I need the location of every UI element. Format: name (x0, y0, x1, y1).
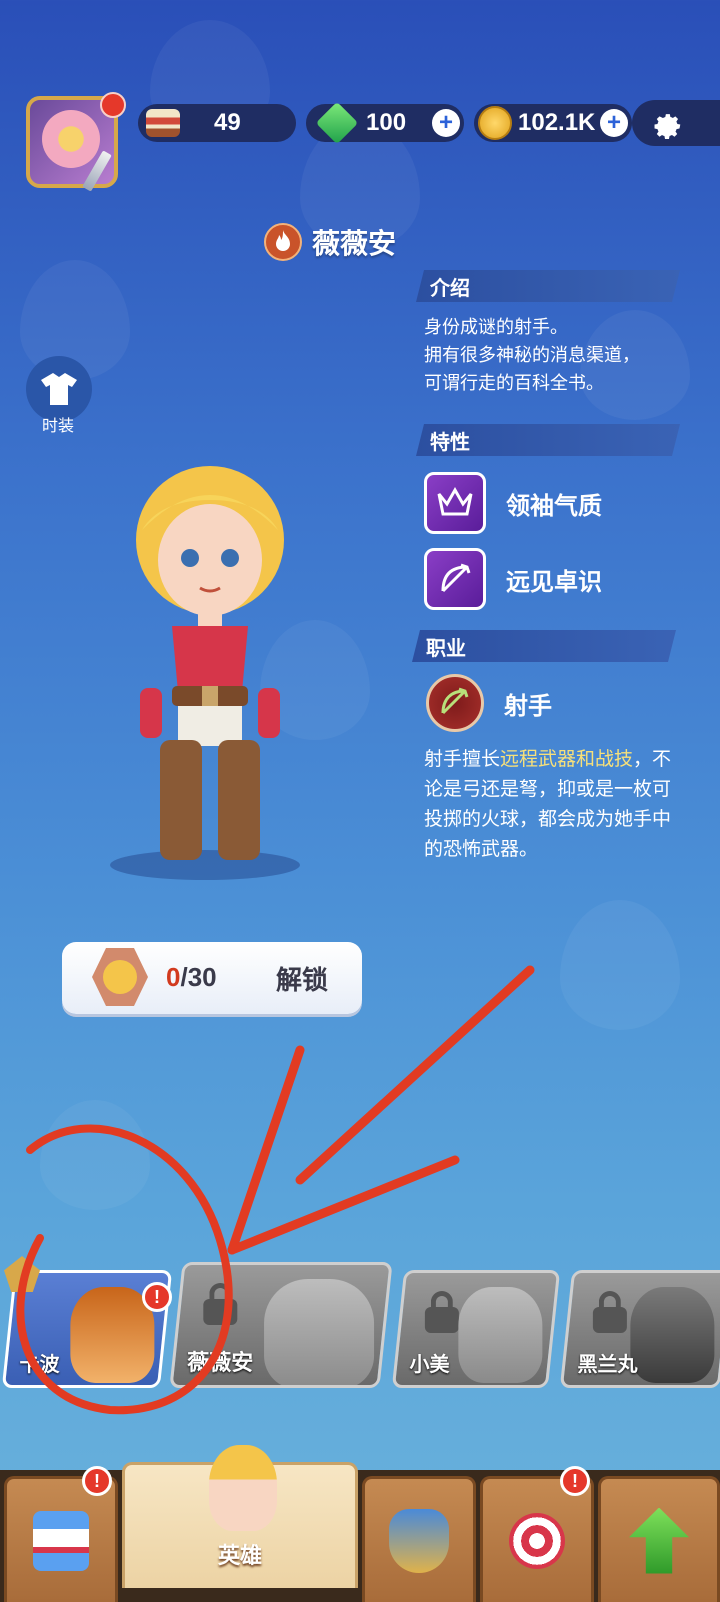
coin-count: 102.1K (518, 109, 596, 136)
gem-count: 100 (366, 109, 407, 136)
shard-progress: 0/30 (166, 962, 217, 992)
shop-icon (33, 1510, 89, 1571)
bow-icon (424, 548, 486, 610)
hero-card-name: 黑兰丸 (577, 1352, 638, 1376)
hero-icon (209, 1445, 277, 1531)
cake-count: 49 (214, 109, 241, 136)
alert-badge: ! (142, 1282, 172, 1312)
hero-portrait (458, 1287, 543, 1383)
add-gems-button[interactable]: + (432, 109, 460, 137)
hero-class[interactable]: 射手 (426, 674, 552, 732)
hero-character-model (136, 466, 284, 860)
coin-counter: 102.1K + (474, 104, 632, 142)
hero-card-xiaomei[interactable]: 小美 (391, 1270, 561, 1388)
gem-icon (314, 100, 360, 146)
gem-counter: 100 + (306, 101, 464, 145)
hero-name-header: 薇薇安 (264, 222, 396, 262)
unlock-panel[interactable]: 0/30 解锁 (62, 942, 362, 1014)
intro-section-title: 介绍 (416, 270, 680, 302)
archery-target-icon (509, 1512, 565, 1569)
hero-portrait (630, 1287, 715, 1383)
gear-icon (654, 114, 681, 140)
battle-icon (389, 1508, 449, 1573)
coin-icon (472, 100, 518, 146)
trait-leadership[interactable]: 领袖气质 (424, 472, 602, 534)
hero-card-name: 卡波 (19, 1352, 60, 1376)
cake-icon (140, 100, 186, 146)
flower-icon (42, 110, 100, 168)
background-flame (560, 900, 680, 1030)
traits-section-title: 特性 (416, 424, 680, 456)
unlock-button[interactable]: 解锁 (276, 960, 328, 997)
nav-tab-label: 英雄 (217, 1544, 262, 1569)
hero-card-name: 小美 (409, 1352, 450, 1376)
trait-foresight[interactable]: 远见卓识 (424, 548, 602, 610)
hero-card-name: 薇薇安 (187, 1351, 254, 1376)
lock-icon (203, 1283, 238, 1325)
lock-icon (424, 1291, 459, 1333)
hero-shard-icon (92, 948, 148, 1006)
hero-card-vivian[interactable]: 薇薇安 (169, 1262, 393, 1388)
class-section-title: 职业 (412, 630, 676, 662)
nav-tab-upgrade[interactable] (598, 1476, 720, 1602)
intro-text: 身份成谜的射手。 拥有很多神秘的消息渠道， 可谓行走的百科全书。 (424, 317, 640, 394)
crown-icon (424, 472, 486, 534)
notification-dot (100, 92, 126, 118)
background-flame (40, 1100, 150, 1210)
settings-button[interactable] (632, 100, 720, 146)
alert-badge: ! (560, 1466, 590, 1496)
wardrobe-label: 时装 (42, 416, 75, 435)
shirt-icon (41, 373, 77, 405)
upgrade-arrow-icon (629, 1507, 689, 1574)
nav-tab-battle[interactable] (362, 1476, 476, 1602)
hero-name: 薇薇安 (312, 227, 397, 260)
lock-icon (592, 1291, 627, 1333)
cat-pet-icon (4, 1256, 40, 1292)
trait-label: 领袖气质 (506, 491, 602, 520)
class-name: 射手 (504, 691, 552, 720)
cake-counter: 49 (138, 104, 296, 142)
fire-element-icon (264, 223, 302, 261)
hero-portrait (264, 1279, 375, 1388)
trait-label: 远见卓识 (506, 567, 602, 596)
archer-class-icon (426, 674, 484, 732)
alert-badge: ! (82, 1466, 112, 1496)
add-coins-button[interactable]: + (600, 109, 628, 137)
nav-tab-hero[interactable]: 英雄 (122, 1445, 358, 1588)
hero-card-heilanwan[interactable]: 黑兰丸 (559, 1270, 720, 1388)
class-description: 射手擅长远程武器和战技，不论是弓还是弩，抑或是一枚可投掷的火球，都会成为她手中的… (424, 748, 672, 860)
